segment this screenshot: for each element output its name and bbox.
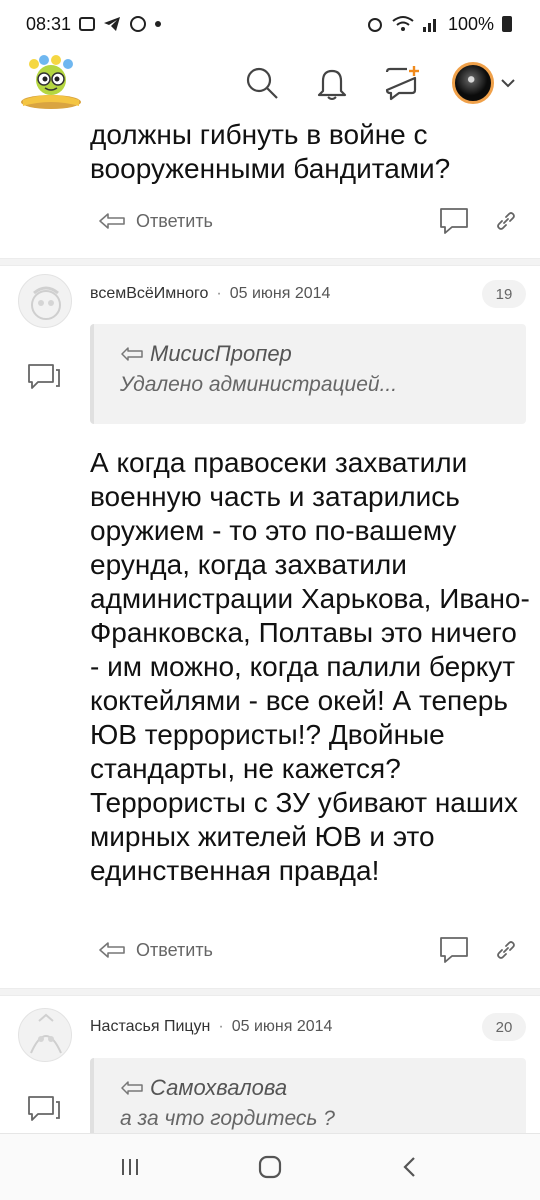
quoted-comment[interactable]: МисисПропер Удалено администрацией... bbox=[90, 324, 526, 424]
search-button[interactable] bbox=[242, 63, 282, 103]
viber-notification-icon bbox=[130, 16, 147, 32]
reply-label: Ответить bbox=[136, 210, 213, 231]
new-post-button[interactable] bbox=[382, 63, 422, 103]
comment-text: должны гибнуть в войне с вооруженными ба… bbox=[90, 119, 451, 184]
comment-actions: Ответить bbox=[98, 203, 518, 239]
telegram-notification-icon bbox=[104, 17, 121, 31]
avatar-sketch-icon bbox=[31, 286, 61, 320]
user-avatar[interactable] bbox=[18, 1008, 72, 1062]
bell-icon bbox=[317, 69, 347, 100]
quote-author: МисисПропер bbox=[150, 341, 292, 366]
recent-apps-icon bbox=[122, 1159, 138, 1175]
avatar-sketch-icon bbox=[30, 1013, 62, 1054]
reply-icon bbox=[99, 942, 125, 958]
quote-author: Самохвалова bbox=[150, 1075, 288, 1100]
reply-button[interactable]: Ответить bbox=[98, 940, 213, 961]
battery-icon bbox=[502, 16, 512, 32]
back-icon bbox=[403, 1157, 415, 1177]
wifi-icon bbox=[392, 16, 414, 31]
quote-text: Удалено администрацией... bbox=[120, 373, 398, 396]
new-post-icon bbox=[385, 66, 419, 101]
comment-number-badge: 20 bbox=[482, 1013, 526, 1041]
quote-reply-icon bbox=[121, 1081, 143, 1095]
quote-text: а за что гордитесь ? bbox=[120, 1107, 335, 1130]
comment-date: 05 июня 2014 bbox=[229, 285, 331, 302]
back-button[interactable] bbox=[390, 1147, 430, 1187]
comment-actions: Ответить bbox=[98, 932, 518, 968]
comment-author[interactable]: Настасья Пицун bbox=[90, 1018, 210, 1036]
reply-button[interactable]: Ответить bbox=[98, 211, 213, 232]
comment-date: 05 июня 2014 bbox=[231, 1018, 333, 1035]
app-header bbox=[0, 48, 540, 118]
quoted-comment[interactable]: Самохвалова а за что гордитесь ? bbox=[90, 1058, 526, 1138]
reply-label: Ответить bbox=[136, 939, 213, 960]
chevron-down-icon[interactable] bbox=[498, 73, 518, 93]
comment-bubble-icon[interactable] bbox=[438, 206, 470, 236]
comment-header: Настасья Пицун · 05 июня 2014 20 bbox=[90, 1013, 526, 1041]
more-notifications-dot bbox=[155, 21, 162, 27]
quote-reply-icon bbox=[121, 347, 143, 361]
comment-bubble-icon[interactable] bbox=[438, 935, 470, 965]
reply-thread-icon[interactable] bbox=[26, 362, 62, 392]
alarm-icon bbox=[367, 18, 382, 32]
status-bar: 08:31 100% bbox=[0, 0, 540, 48]
gallery-notification-icon bbox=[79, 17, 96, 31]
avatar[interactable] bbox=[452, 62, 494, 104]
comment-text: А когда правосеки захватили военную част… bbox=[90, 447, 530, 886]
comment-number-badge: 19 bbox=[482, 280, 526, 308]
link-icon[interactable] bbox=[494, 938, 518, 962]
profile-menu[interactable] bbox=[452, 62, 518, 104]
home-button[interactable] bbox=[250, 1147, 290, 1187]
separator-dot: · bbox=[216, 285, 222, 302]
link-icon[interactable] bbox=[494, 209, 518, 233]
battery-percent: 100% bbox=[447, 13, 494, 34]
separator-dot: · bbox=[218, 1018, 224, 1035]
app-logo[interactable] bbox=[18, 54, 84, 112]
search-icon bbox=[246, 67, 278, 99]
user-avatar[interactable] bbox=[18, 274, 72, 328]
comment-header: всемВсёИмного · 05 июня 2014 19 bbox=[90, 280, 526, 308]
status-time: 08:31 bbox=[26, 13, 72, 34]
comment-author[interactable]: всемВсёИмного bbox=[90, 285, 208, 303]
signal-icon bbox=[422, 19, 436, 32]
recent-apps-button[interactable] bbox=[110, 1147, 150, 1187]
reply-icon bbox=[99, 213, 125, 229]
home-icon bbox=[258, 1155, 282, 1179]
comment-divider bbox=[0, 258, 540, 266]
comment-divider bbox=[0, 988, 540, 996]
reply-thread-icon[interactable] bbox=[26, 1094, 62, 1124]
system-navigation-bar bbox=[0, 1133, 540, 1200]
notifications-button[interactable] bbox=[312, 63, 352, 103]
